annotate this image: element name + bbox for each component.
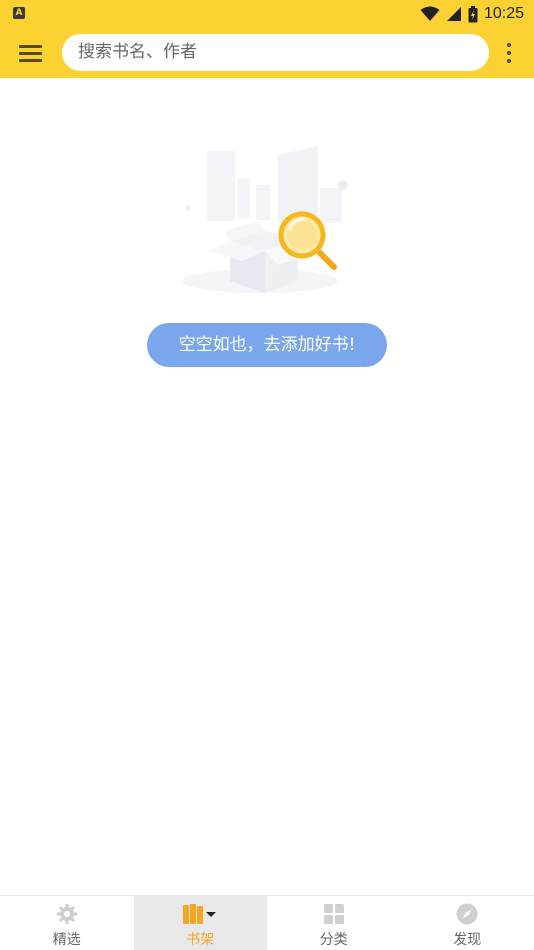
tab-label: 精选 [52, 932, 81, 948]
battery-icon [468, 5, 478, 22]
tab-category[interactable]: 分类 [267, 896, 401, 950]
bookshelf-icon [182, 903, 218, 925]
status-time: 10:25 [483, 5, 524, 22]
cell-signal-icon [446, 7, 461, 21]
empty-box-illustration [182, 146, 348, 293]
compass-icon [455, 903, 479, 925]
tab-label: 分类 [319, 932, 348, 948]
tab-featured[interactable]: 精选 [0, 896, 134, 950]
menu-icon[interactable] [19, 42, 43, 64]
tab-discover[interactable]: 发现 [401, 896, 534, 950]
tab-bookshelf[interactable]: 书架 [133, 896, 267, 950]
tab-label: 书架 [186, 932, 215, 948]
status-indicators: 10:25 [420, 4, 524, 24]
gear-icon [55, 903, 79, 925]
tab-label: 发现 [453, 932, 482, 948]
app-notification-icon: A [13, 7, 25, 19]
app-bar: 搜索书名、作者 [0, 28, 534, 78]
more-options-icon[interactable] [503, 41, 515, 65]
wifi-icon [420, 6, 440, 21]
add-books-button[interactable]: 空空如也，去添加好书! [147, 323, 387, 367]
grid-icon [322, 903, 346, 925]
search-input[interactable]: 搜索书名、作者 [62, 34, 489, 71]
bottom-nav: 精选 书架 分类 发现 [0, 895, 534, 950]
status-bar: A 10:25 [0, 0, 534, 28]
